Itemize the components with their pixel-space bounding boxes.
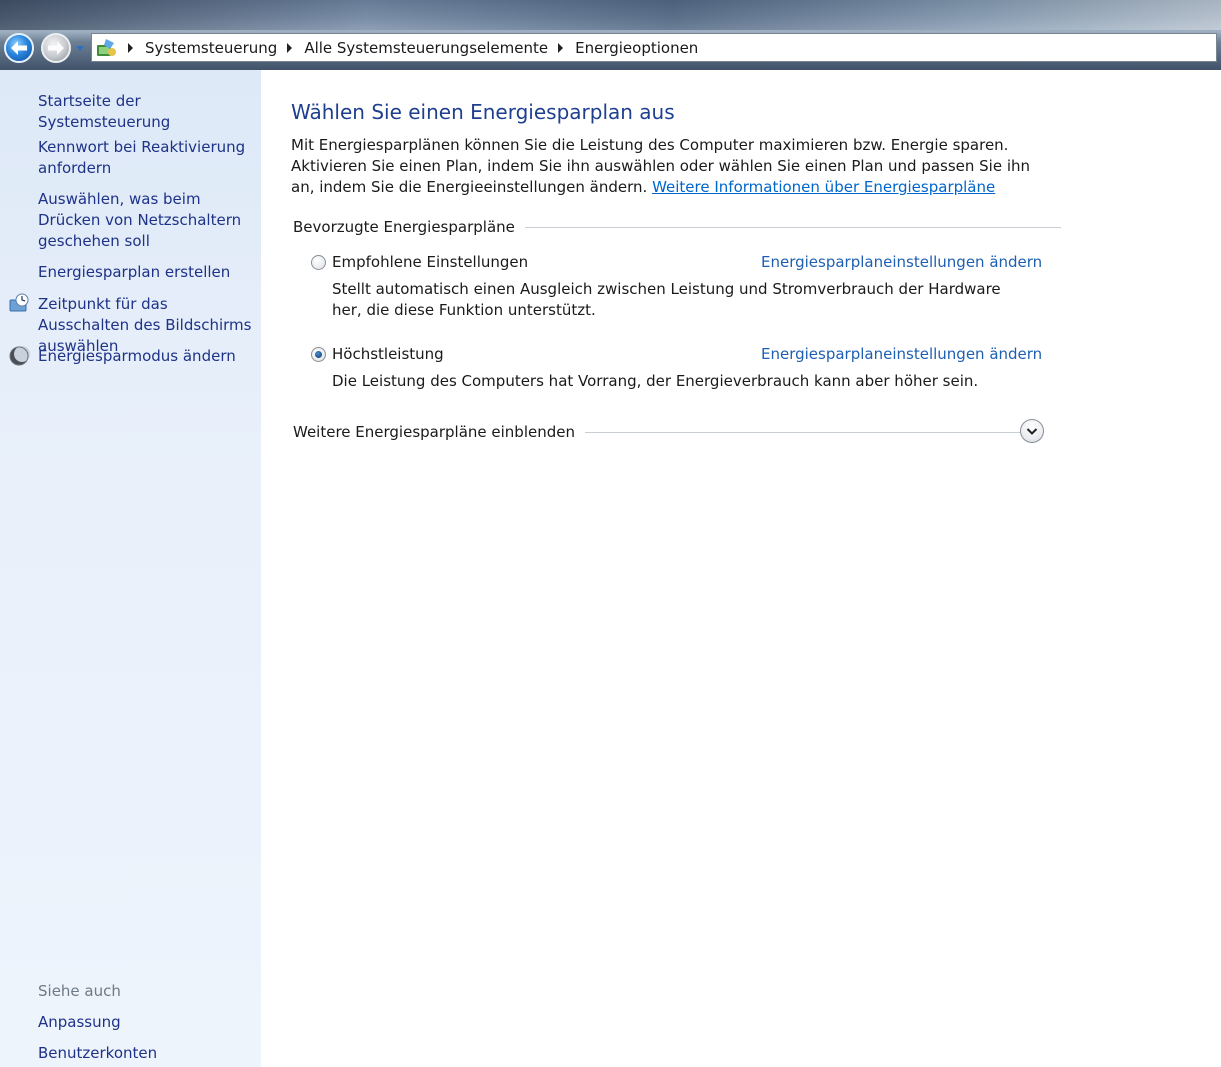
plan-description: Stellt automatisch einen Ausgleich zwisc… xyxy=(332,280,1001,319)
navigation-pane: Startseite der Systemsteuerung Kennwort … xyxy=(0,70,261,1067)
preferred-plans-label: Bevorzugte Energiesparpläne xyxy=(293,218,515,236)
recent-pages-dropdown-icon[interactable] xyxy=(75,44,85,52)
more-plans-header[interactable]: Weitere Energiesparpläne einblenden xyxy=(293,423,1039,441)
breadcrumb-item-systemsteuerung[interactable]: Systemsteuerung xyxy=(145,39,277,57)
sidebar-item-create-plan[interactable]: Energiesparplan erstellen xyxy=(38,262,253,283)
more-plans-label[interactable]: Weitere Energiesparpläne einblenden xyxy=(293,423,575,441)
sidebar-item-change-sleep[interactable]: Energiesparmodus ändern xyxy=(38,346,253,367)
aero-glass-background xyxy=(0,0,1221,30)
title-bar: Systemsteuerung Alle Systemsteuerungsele… xyxy=(0,0,1221,70)
sidebar-item-control-panel-home[interactable]: Startseite der Systemsteuerung xyxy=(38,91,253,133)
back-button[interactable] xyxy=(4,33,34,63)
divider xyxy=(585,431,1039,433)
plan-balanced: Empfohlene Einstellungen Energiesparplan… xyxy=(311,253,1042,323)
more-info-link[interactable]: Weitere Informationen über Energiesparpl… xyxy=(652,178,995,196)
forward-button[interactable] xyxy=(41,33,71,63)
change-plan-settings-link[interactable]: Energiesparplaneinstellungen ändern xyxy=(761,345,1042,363)
plan-radio-high-performance[interactable] xyxy=(311,347,326,362)
plan-name[interactable]: Höchstleistung xyxy=(332,345,444,363)
plan-high-performance: Höchstleistung Energiesparplaneinstellun… xyxy=(311,345,1042,395)
breadcrumb-item-all-items[interactable]: Alle Systemsteuerungselemente xyxy=(304,39,548,57)
sidebar-item-require-password[interactable]: Kennwort bei Reaktivierung anfordern xyxy=(38,137,253,179)
address-bar[interactable]: Systemsteuerung Alle Systemsteuerungsele… xyxy=(91,33,1217,62)
intro-text: Mit Energiesparplänen können Sie die Lei… xyxy=(291,135,1051,198)
sidebar-item-user-accounts[interactable]: Benutzerkonten xyxy=(38,1043,253,1064)
divider xyxy=(524,226,1061,228)
expand-more-plans-button[interactable] xyxy=(1020,419,1044,443)
control-panel-icon xyxy=(97,38,116,56)
see-also-heading: Siehe auch xyxy=(38,982,121,1000)
plan-name[interactable]: Empfohlene Einstellungen xyxy=(332,253,528,271)
breadcrumb-separator[interactable] xyxy=(287,42,293,53)
breadcrumb-separator[interactable] xyxy=(558,42,564,53)
arrow-left-icon xyxy=(11,41,27,55)
plan-description: Die Leistung des Computers hat Vorrang, … xyxy=(332,372,979,390)
display-timer-icon xyxy=(9,293,29,312)
breadcrumb-item-power-options[interactable]: Energieoptionen xyxy=(575,39,698,57)
page-title: Wählen Sie einen Energiesparplan aus xyxy=(291,100,675,124)
arrow-right-icon xyxy=(48,41,64,55)
change-plan-settings-link[interactable]: Energiesparplaneinstellungen ändern xyxy=(761,253,1042,271)
sidebar-item-personalization[interactable]: Anpassung xyxy=(38,1012,253,1033)
moon-icon xyxy=(9,346,30,366)
preferred-plans-header: Bevorzugte Energiesparpläne xyxy=(293,218,1061,236)
breadcrumb-separator[interactable] xyxy=(128,42,133,53)
chevron-down-icon xyxy=(1026,427,1038,435)
plan-radio-balanced[interactable] xyxy=(311,255,326,270)
main-content: Wählen Sie einen Energiesparplan aus Mit… xyxy=(261,70,1221,1067)
sidebar-item-power-buttons[interactable]: Auswählen, was beim Drücken von Netzscha… xyxy=(38,189,253,252)
